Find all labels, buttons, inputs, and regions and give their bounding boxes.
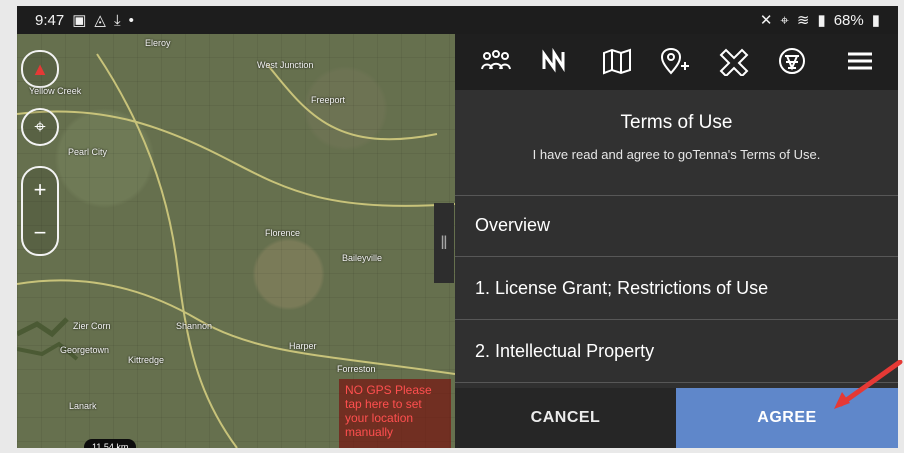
crosshair-icon: ⌖ (34, 115, 46, 138)
map-label: West Junction (257, 60, 314, 70)
map-label: Forreston (337, 364, 376, 374)
signal-icon: ▮ (817, 12, 826, 29)
map-label: Shannon (176, 321, 213, 331)
team-button[interactable] (479, 44, 513, 78)
wifi-icon: ≋ (796, 12, 810, 29)
wave-button[interactable] (541, 44, 575, 78)
network-button[interactable] (775, 44, 809, 78)
map-label: Harper (289, 341, 317, 351)
status-time: 9:47 (35, 11, 65, 29)
network-icon (779, 48, 805, 74)
cancel-button[interactable]: CANCEL (455, 388, 676, 448)
agree-button[interactable]: AGREE (676, 388, 898, 448)
map-label: Zier Corn (73, 321, 111, 331)
map-label: Florence (265, 228, 301, 238)
map-view[interactable]: ▲ ⌖ + − Eleroy Yellow Creek West Junctio… (17, 34, 455, 448)
cross-icon (719, 48, 749, 76)
battery-text: 68% (833, 11, 864, 29)
menu-button[interactable] (843, 44, 877, 78)
top-toolbar (455, 34, 898, 90)
status-left: 9:47 ▣ ◬ ⤓ • (35, 11, 134, 30)
map-label: Lanark (69, 401, 97, 411)
menu-icon (848, 52, 872, 70)
wave-icon (542, 47, 565, 73)
status-bar: 9:47 ▣ ◬ ⤓ • ✕ ⌖ ≋ ▮ 68% ▮ (17, 6, 898, 34)
terms-subtitle: I have read and agree to goTenna's Terms… (532, 147, 821, 162)
terms-header: Terms of Use I have read and agree to go… (455, 90, 898, 196)
locate-button[interactable]: ⌖ (21, 108, 59, 146)
panel-handle[interactable]: ‖ (434, 203, 454, 283)
map-label: Pearl City (68, 147, 108, 157)
terms-title: Terms of Use (620, 112, 733, 133)
map-label: Baileyville (342, 253, 383, 263)
zoom-in-icon[interactable]: + (34, 177, 47, 203)
add-location-icon (660, 47, 689, 75)
no-gps-prompt[interactable]: NO GPS Please tap here to set your locat… (339, 379, 451, 448)
terms-section-property[interactable]: 2. Intellectual Property (455, 321, 898, 383)
drag-handle-icon: ‖ (440, 232, 448, 253)
compass-icon: ▲ (31, 58, 49, 79)
map-scale: 11.54 km (84, 439, 137, 448)
mute-icon: ✕ (759, 12, 773, 29)
phone-screen: 9:47 ▣ ◬ ⤓ • ✕ ⌖ ≋ ▮ 68% ▮ ▲ ⌖ + − Elero… (17, 6, 898, 448)
zoom-controls[interactable]: + − (21, 166, 59, 256)
terms-section-overview[interactable]: Overview (455, 195, 898, 257)
add-location-button[interactable] (658, 44, 692, 78)
battery-icon: ▮ (871, 12, 880, 29)
image-icon: ▣ (72, 12, 87, 29)
drive-icon: ◬ (94, 12, 106, 29)
map-label: Eleroy (145, 38, 171, 48)
zoom-out-icon[interactable]: − (34, 220, 47, 246)
dot-icon: • (128, 11, 134, 29)
status-right: ✕ ⌖ ≋ ▮ 68% ▮ (759, 11, 880, 30)
location-icon: ⌖ (780, 11, 789, 29)
map-icon (603, 48, 631, 75)
map-label: Freeport (311, 95, 346, 105)
team-icon (481, 50, 511, 70)
map-label: Georgetown (60, 345, 110, 355)
map-label: Kittredge (128, 355, 165, 365)
map-label: Yellow Creek (29, 86, 82, 96)
cross-button[interactable] (717, 44, 751, 78)
download-icon: ⤓ (113, 11, 121, 29)
action-bar: CANCEL AGREE (455, 388, 898, 448)
compass-button[interactable]: ▲ (21, 50, 59, 88)
map-button[interactable] (600, 44, 634, 78)
terms-panel: Terms of Use I have read and agree to go… (455, 34, 898, 448)
terms-section-license[interactable]: 1. License Grant; Restrictions of Use (455, 258, 898, 320)
